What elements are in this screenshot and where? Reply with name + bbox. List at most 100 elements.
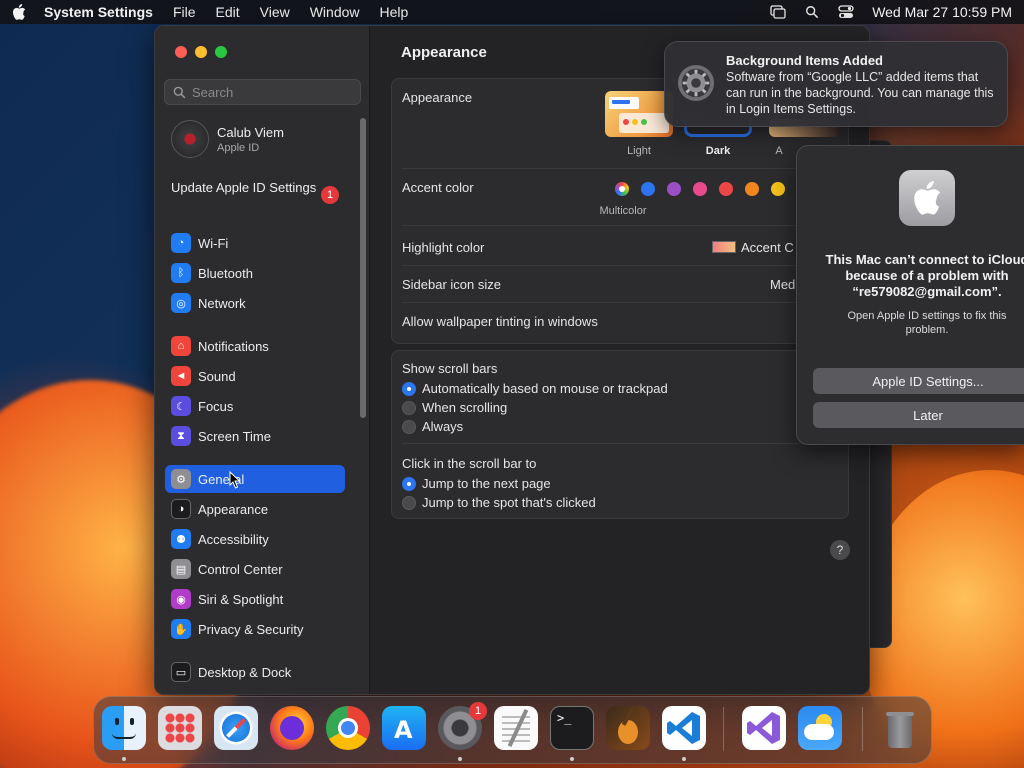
sidebar-item-desktop-dock[interactable]: ▭ Desktop & Dock [165, 658, 345, 686]
gear-icon: ⚙ [171, 469, 191, 489]
safari-icon[interactable] [214, 706, 258, 750]
accent-color-swatch[interactable] [719, 182, 733, 196]
click-option-next-page[interactable]: Jump to the next page [402, 476, 551, 491]
apple-id-settings-button[interactable]: Apple ID Settings... [813, 368, 1024, 394]
notification-title: Background Items Added [726, 53, 883, 68]
dock: A 1 >_ [93, 696, 932, 764]
highlight-color-label: Highlight color [402, 240, 485, 255]
sidebar-item-notifications[interactable]: ⌂ Notifications [165, 332, 345, 360]
appearance-label: Appearance [402, 90, 473, 105]
menu-file[interactable]: File [173, 4, 196, 20]
sidebar-item-control-center[interactable]: ▤ Control Center [165, 555, 345, 583]
profile-name: Calub Viem [217, 124, 284, 140]
menu-window[interactable]: Window [310, 4, 360, 20]
menu-app-name[interactable]: System Settings [44, 4, 153, 20]
wallpaper-tinting-label: Allow wallpaper tinting in windows [402, 314, 598, 329]
highlight-swatch [712, 241, 736, 253]
radio-button[interactable] [402, 476, 416, 491]
radio-button[interactable] [402, 495, 416, 510]
sidebar-icon-size-label: Sidebar icon size [402, 277, 501, 292]
weather-icon[interactable] [798, 706, 842, 750]
sidebar-item-label: Appearance [198, 501, 269, 517]
menu-view[interactable]: View [260, 4, 290, 20]
menu-edit[interactable]: Edit [216, 4, 240, 20]
apple-menu-icon[interactable] [12, 4, 26, 20]
radio-button[interactable] [402, 419, 416, 434]
sidebar-item-sound[interactable]: ◄ Sound [165, 362, 345, 390]
close-window-button[interactable] [175, 46, 187, 58]
garageband-icon[interactable] [606, 706, 650, 750]
sidebar-item-label: Privacy & Security [198, 621, 304, 637]
apple-id-profile[interactable]: Calub Viem Apple ID [171, 120, 284, 158]
menu-help[interactable]: Help [380, 4, 409, 20]
siri-icon: ◉ [171, 589, 191, 609]
finder-icon[interactable] [102, 706, 146, 750]
sidebar-item-label: Bluetooth [198, 265, 253, 281]
sidebar-item-bluetooth[interactable]: ᛒ Bluetooth [165, 259, 345, 287]
dialog-title: This Mac can’t connect to iCloud because… [825, 252, 1024, 299]
sidebar-search[interactable] [164, 79, 361, 105]
spotlight-search-icon[interactable] [804, 5, 820, 19]
globe-icon: ◎ [171, 293, 191, 313]
bluetooth-icon: ᛒ [171, 263, 191, 283]
visual-studio-icon[interactable] [742, 706, 786, 750]
click-option-spot-clicked[interactable]: Jump to the spot that's clicked [402, 495, 596, 510]
firefox-icon[interactable] [270, 706, 314, 750]
divider [402, 265, 838, 266]
accent-color-swatch[interactable] [667, 182, 681, 196]
sidebar-item-general[interactable]: ⚙ General [165, 465, 345, 493]
sidebar-item-label: Sound [198, 368, 236, 384]
help-button[interactable]: ? [830, 540, 850, 560]
terminal-icon[interactable]: >_ [550, 706, 594, 750]
speaker-icon: ◄ [171, 366, 191, 386]
radio-button[interactable] [402, 381, 416, 396]
sidebar-item-wi-fi[interactable]: ◔ Wi-Fi [165, 229, 345, 257]
control-center-menubar-icon[interactable] [838, 5, 854, 19]
sidebar-icon-size-value[interactable]: Med [770, 277, 795, 292]
menu-bar: System Settings File Edit View Window He… [0, 0, 1024, 24]
later-button[interactable]: Later [813, 402, 1024, 428]
sidebar-item-appearance[interactable]: ◑ Appearance [165, 495, 345, 523]
menubar-clock[interactable]: Wed Mar 27 10:59 PM [872, 4, 1012, 20]
accent-color-swatch[interactable] [693, 182, 707, 196]
screen-mirroring-icon[interactable] [770, 5, 786, 19]
zoom-window-button[interactable] [215, 46, 227, 58]
accent-color-swatch[interactable] [745, 182, 759, 196]
dock-separator [723, 707, 724, 751]
apple-logo-icon [899, 170, 955, 226]
sidebar-item-screen-time[interactable]: ⧗ Screen Time [165, 422, 345, 450]
accent-multicolor[interactable] [615, 182, 629, 196]
sidebar-item-network[interactable]: ◎ Network [165, 289, 345, 317]
accent-color-label: Accent color [402, 180, 474, 195]
scroll-option-automatic[interactable]: Automatically based on mouse or trackpad [402, 381, 668, 396]
scroll-option-when-scrolling[interactable]: When scrolling [402, 400, 507, 415]
launchpad-icon[interactable] [158, 706, 202, 750]
sidebar-item-label: Wi-Fi [198, 235, 229, 251]
sidebar-item-siri-spotlight[interactable]: ◉ Siri & Spotlight [165, 585, 345, 613]
update-apple-id-settings[interactable]: Update Apple ID Settings [171, 180, 341, 196]
avatar [171, 120, 209, 158]
accent-color-swatch[interactable] [641, 182, 655, 196]
accent-color-swatch[interactable] [771, 182, 785, 196]
scroll-option-always[interactable]: Always [402, 419, 463, 434]
minimize-window-button[interactable] [195, 46, 207, 58]
click-scroll-bar-label: Click in the scroll bar to [402, 456, 537, 471]
highlight-color-value[interactable]: Accent C [741, 240, 794, 255]
textedit-icon[interactable] [494, 706, 538, 750]
app-store-icon[interactable]: A [382, 706, 426, 750]
sidebar-item-privacy-security[interactable]: ✋ Privacy & Security [165, 615, 345, 643]
page-title: Appearance [401, 44, 487, 61]
chrome-icon[interactable] [326, 706, 370, 750]
sidebar-item-label: Screen Time [198, 428, 271, 444]
background-items-notification[interactable]: Background Items Added Software from “Go… [664, 41, 1008, 127]
trash-icon[interactable] [878, 706, 922, 750]
scroll-bars-group: Show scroll bars Automatically based on … [391, 350, 849, 519]
sidebar-item-focus[interactable]: ☾ Focus [165, 392, 345, 420]
sidebar-scrollbar[interactable] [360, 118, 366, 418]
vscode-icon[interactable] [662, 706, 706, 750]
sidebar-item-label: Siri & Spotlight [198, 591, 284, 607]
radio-button[interactable] [402, 400, 416, 415]
appearance-option-light[interactable] [605, 91, 673, 137]
search-input[interactable] [192, 84, 352, 100]
sidebar-item-accessibility[interactable]: ⚉ Accessibility [165, 525, 345, 553]
